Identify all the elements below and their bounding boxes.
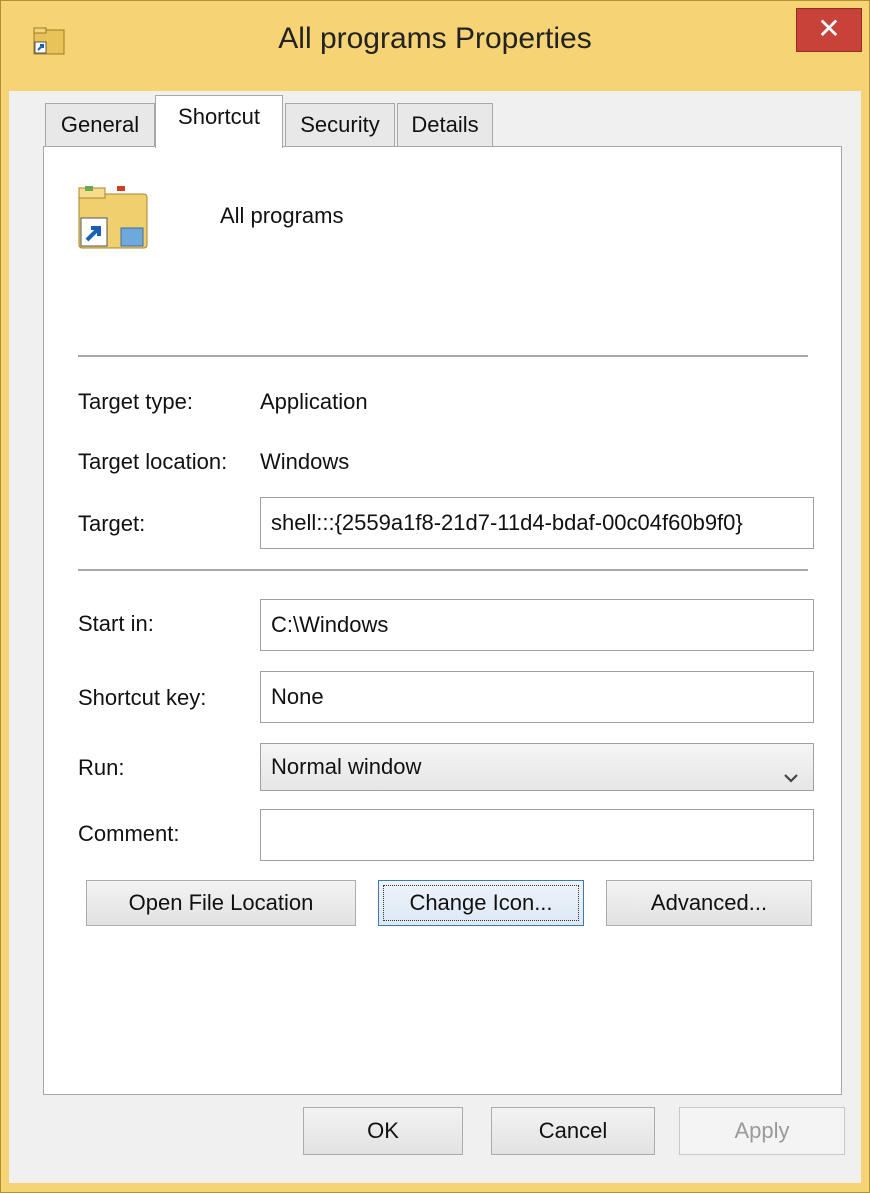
separator-top <box>78 355 808 358</box>
tab-security[interactable]: Security <box>285 103 395 147</box>
cancel-button[interactable]: Cancel <box>491 1107 655 1155</box>
start-in-field[interactable]: C:\Windows <box>260 599 814 651</box>
shortcut-key-field[interactable]: None <box>260 671 814 723</box>
properties-window: All programs Properties ✕ General Shortc… <box>0 0 870 1193</box>
close-icon: ✕ <box>817 13 841 44</box>
comment-label: Comment: <box>78 821 180 846</box>
advanced-button[interactable]: Advanced... <box>606 880 812 926</box>
target-label: Target: <box>78 511 146 536</box>
target-type-label: Target type: <box>78 389 193 414</box>
start-in-label: Start in: <box>78 611 154 636</box>
shortcut-tab-panel: All programs Target type: Application Ta… <box>43 146 842 1095</box>
window-title: All programs Properties <box>278 22 592 55</box>
tab-details[interactable]: Details <box>397 103 493 147</box>
target-field[interactable]: shell:::{2559a1f8-21d7-11d4-bdaf-00c04f6… <box>260 497 814 549</box>
open-file-location-button[interactable]: Open File Location <box>86 880 356 926</box>
target-type-value: Application <box>260 389 368 414</box>
shortcut-key-label: Shortcut key: <box>78 685 207 710</box>
run-label: Run: <box>78 755 125 780</box>
apply-button[interactable]: Apply <box>679 1107 845 1155</box>
dialog-client-area: General Shortcut Security Details All pr… <box>9 91 861 1183</box>
target-location-label: Target location: <box>78 449 228 474</box>
shortcut-folder-icon <box>77 184 149 250</box>
focus-ring <box>383 885 579 921</box>
chevron-down-icon <box>781 758 801 783</box>
run-select[interactable]: Normal window <box>260 743 814 791</box>
tab-general[interactable]: General <box>45 103 155 147</box>
run-select-value: Normal window <box>271 754 422 779</box>
tab-shortcut[interactable]: Shortcut <box>155 95 283 148</box>
target-location-value: Windows <box>260 449 350 474</box>
ok-button[interactable]: OK <box>303 1107 463 1155</box>
comment-field[interactable] <box>260 809 814 861</box>
close-button[interactable]: ✕ <box>796 8 862 52</box>
change-icon-button[interactable]: Change Icon... <box>378 880 584 926</box>
title-bar[interactable]: All programs Properties ✕ <box>0 0 870 90</box>
separator-middle <box>78 569 808 572</box>
shortcut-name: All programs <box>220 203 344 228</box>
